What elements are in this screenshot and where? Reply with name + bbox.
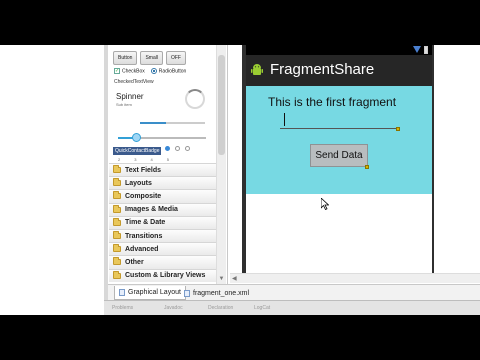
folder-icon — [113, 217, 121, 226]
tab-problems[interactable]: Problems — [112, 305, 133, 311]
progress-fill — [140, 122, 166, 124]
scroll-down-arrow-icon[interactable]: ▼ — [218, 276, 225, 283]
eclipse-editor-area: Button Small OFF ✓ CheckBox RadioButton C… — [0, 45, 480, 315]
android-robot-icon — [251, 64, 263, 75]
fragment-edit-text[interactable] — [280, 113, 398, 129]
folder-icon — [113, 244, 121, 253]
tab-label: fragment_one.xml — [193, 289, 250, 297]
form-widgets-preview: Button Small OFF ✓ CheckBox RadioButton C… — [110, 45, 216, 163]
tab-label: Graphical Layout — [128, 289, 181, 296]
rating-number: 4 — [150, 157, 153, 162]
category-label: Text Fields — [125, 166, 162, 174]
editor-tab-bar: Graphical Layout fragment_one.xml — [108, 284, 480, 300]
category-label: Time & Date — [125, 219, 166, 227]
radio-dot — [175, 146, 180, 151]
rating-number: 5 — [166, 157, 169, 162]
palette-category-advanced[interactable]: Advanced — [109, 242, 216, 256]
palette-progress-bar-widget[interactable] — [140, 122, 205, 124]
selection-resize-handle[interactable] — [396, 127, 400, 131]
category-label: Advanced — [125, 245, 159, 253]
selection-resize-handle[interactable] — [365, 165, 369, 169]
palette-category-transitions[interactable]: Transitions — [109, 228, 216, 243]
category-label: Layouts — [125, 179, 152, 187]
device-status-bar — [246, 45, 432, 55]
checkbox-label: CheckBox — [122, 68, 145, 75]
tab-declaration[interactable]: Declaration — [208, 305, 233, 311]
rating-number: 2 — [118, 157, 121, 162]
radio-dot — [185, 146, 190, 151]
palette-category-composite[interactable]: Composite — [109, 189, 216, 203]
palette-progress-large-widget[interactable] — [185, 89, 205, 109]
tab-javadoc[interactable]: Javadoc — [164, 305, 183, 311]
rating-bar-numbers: 2 3 4 5 — [118, 157, 169, 162]
mouse-pointer-icon — [321, 198, 329, 210]
palette-toggle-button-widget[interactable]: OFF — [165, 51, 186, 65]
palette-category-other[interactable]: Other — [109, 255, 216, 269]
fragment-text-view[interactable]: This is the first fragment — [268, 95, 396, 109]
category-label: Other — [125, 258, 144, 266]
checkbox-icon: ✓ — [114, 68, 120, 74]
canvas-horizontal-scrollbar[interactable]: ◀ — [230, 273, 480, 283]
palette-category-layouts[interactable]: Layouts — [109, 176, 216, 190]
folder-icon — [113, 191, 121, 200]
folder-icon — [113, 204, 121, 213]
tab-xml-source[interactable]: fragment_one.xml — [180, 286, 253, 300]
scroll-left-arrow-icon[interactable]: ◀ — [232, 275, 237, 282]
folder-icon — [113, 231, 121, 240]
palette-small-button-widget[interactable]: Small — [140, 51, 163, 65]
tab-logcat[interactable]: LogCat — [254, 305, 270, 311]
palette-spinner-widget[interactable]: Spinner — [116, 92, 144, 101]
palette-radio-group-widget[interactable] — [165, 146, 190, 151]
seekbar-thumb[interactable] — [132, 133, 141, 142]
category-label: Custom & Library Views — [125, 272, 206, 280]
palette-button-widget[interactable]: Button — [113, 51, 138, 65]
palette-scrollbar-thumb[interactable] — [218, 55, 225, 155]
palette-checked-text-view[interactable]: CheckedTextView — [114, 79, 154, 85]
signal-icon — [413, 46, 421, 53]
radio-label: RadioButton — [158, 68, 187, 75]
palette-checkbox-widget[interactable]: ✓ CheckBox — [114, 68, 145, 74]
radio-dot — [165, 146, 170, 151]
palette-category-time-date[interactable]: Time & Date — [109, 215, 216, 229]
palette-category-custom-library[interactable]: Custom & Library Views — [109, 268, 216, 282]
layout-file-icon — [119, 289, 125, 296]
battery-icon — [424, 46, 428, 54]
send-data-button[interactable]: Send Data — [310, 144, 368, 167]
palette-scrollbar[interactable]: ▼ — [216, 45, 226, 284]
folder-icon — [113, 257, 121, 266]
palette-categories: Text Fields Layouts Composite Images & M… — [109, 163, 216, 282]
category-label: Images & Media — [125, 206, 178, 214]
palette-category-text-fields[interactable]: Text Fields — [109, 163, 216, 177]
tab-graphical-layout[interactable]: Graphical Layout — [114, 286, 186, 300]
folder-icon — [113, 270, 121, 279]
fragment-two-area[interactable] — [246, 194, 432, 273]
folder-icon — [113, 165, 121, 174]
palette-category-images-media[interactable]: Images & Media — [109, 202, 216, 216]
xml-file-icon — [184, 289, 190, 297]
spinner-sub-item: Sub item — [116, 102, 132, 107]
app-action-bar: FragmentShare — [246, 55, 432, 86]
radio-icon — [150, 68, 157, 74]
category-label: Composite — [125, 192, 162, 200]
app-title: FragmentShare — [270, 61, 375, 78]
palette-radio-widget[interactable]: RadioButton — [150, 68, 187, 75]
folder-icon — [113, 178, 121, 187]
category-label: Transitions — [125, 232, 163, 240]
text-cursor — [284, 113, 285, 126]
rating-number: 3 — [134, 157, 137, 162]
palette-quick-contact-badge[interactable]: QuickContactBadge — [113, 147, 162, 155]
lower-views-panel: Problems Javadoc Declaration LogCat — [104, 300, 480, 315]
